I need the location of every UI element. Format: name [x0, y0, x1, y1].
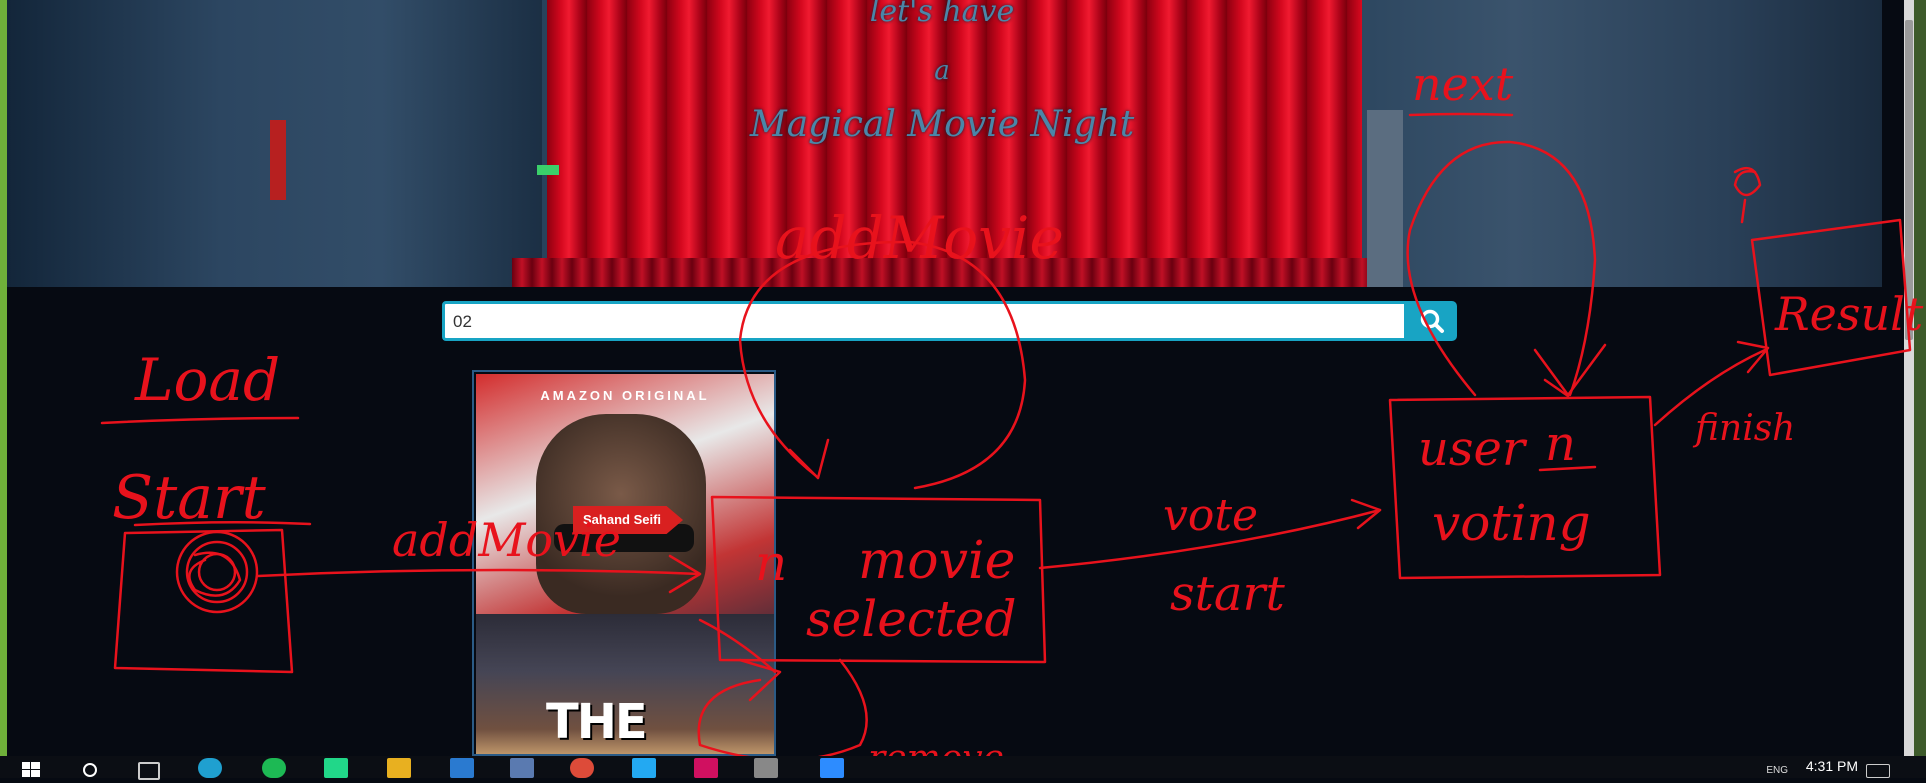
- ink-label-result: Result: [1774, 287, 1924, 341]
- ink-label-selected: selected: [806, 590, 1017, 648]
- ink-label-vote-start: start: [1170, 566, 1285, 622]
- language-indicator[interactable]: ENG: [1766, 765, 1788, 776]
- hero-banner: let's have a Magical Movie Night: [7, 0, 1882, 287]
- taskbar-clock[interactable]: 4:31 PM: [1806, 758, 1858, 774]
- ink-label-user: user: [1418, 421, 1528, 477]
- ink-underline-start: [133, 520, 312, 527]
- start-menu-icon[interactable]: [20, 758, 44, 778]
- intellij-icon[interactable]: [694, 758, 718, 778]
- search-icon: [1420, 309, 1444, 333]
- ink-label-start: Start: [112, 463, 267, 533]
- added-by-tag: Sahand Seifi: [573, 506, 684, 534]
- door-sign: [270, 120, 286, 200]
- chrome-icon[interactable]: [570, 758, 594, 778]
- ink-label-load: Load: [134, 346, 280, 414]
- browser-frame: let's have a Magical Movie Night AMAZON …: [0, 0, 1926, 780]
- search-bar: [442, 301, 1407, 341]
- edge-browser-icon[interactable]: [198, 758, 222, 778]
- ink-label-finish: finish: [1692, 408, 1795, 449]
- ink-label-movie: movie: [858, 531, 1015, 591]
- movie-poster: AMAZON ORIGINAL THE BOYS: [476, 374, 774, 754]
- hero-title-line-1: let's have: [869, 0, 1015, 29]
- exit-sign-icon: [537, 165, 559, 175]
- ink-label-voting: voting: [1432, 494, 1591, 552]
- task-view-icon[interactable]: [138, 762, 160, 780]
- ink-underline-n: [1538, 465, 1597, 472]
- ink-start-node: [175, 530, 259, 614]
- ink-underline-load: [100, 416, 300, 425]
- stage-seats: [512, 258, 1402, 287]
- poster-brand: AMAZON ORIGINAL: [540, 388, 710, 403]
- spotify-icon[interactable]: [262, 758, 286, 778]
- windows-taskbar: ENG 4:31 PM: [0, 756, 1926, 780]
- search-input[interactable]: [451, 308, 1395, 336]
- search-button[interactable]: [1407, 301, 1457, 341]
- notepad-icon[interactable]: [510, 758, 534, 778]
- file-explorer-icon[interactable]: [387, 758, 411, 778]
- visual-studio-icon[interactable]: [450, 758, 474, 778]
- ink-box-start: [113, 528, 294, 674]
- vscode-icon[interactable]: [632, 758, 656, 778]
- app-icon[interactable]: [754, 758, 778, 778]
- movie-card[interactable]: AMAZON ORIGINAL THE BOYS: [472, 370, 776, 756]
- pycharm-icon[interactable]: [324, 758, 348, 778]
- ink-label-user-n: n: [1545, 416, 1576, 472]
- window-edge-left: [0, 0, 7, 756]
- hero-title-line-3: Magical Movie Night: [749, 104, 1135, 145]
- taskbar-search-icon[interactable]: [80, 758, 104, 778]
- zoom-icon[interactable]: [820, 758, 844, 778]
- ink-arrow-vote-start: [1038, 508, 1382, 570]
- scrollbar-thumb[interactable]: [1905, 20, 1913, 340]
- theater-pillar: [1367, 110, 1403, 287]
- ink-arrow-finish: [1653, 348, 1767, 427]
- theater-wall-right: [1357, 0, 1882, 287]
- ink-label-vote: vote: [1163, 490, 1258, 541]
- ink-box-user-voting: [1388, 395, 1662, 580]
- hero-title-line-2: a: [934, 56, 950, 86]
- poster-title: THE BOYS: [546, 694, 685, 754]
- notification-icon[interactable]: [1866, 764, 1890, 778]
